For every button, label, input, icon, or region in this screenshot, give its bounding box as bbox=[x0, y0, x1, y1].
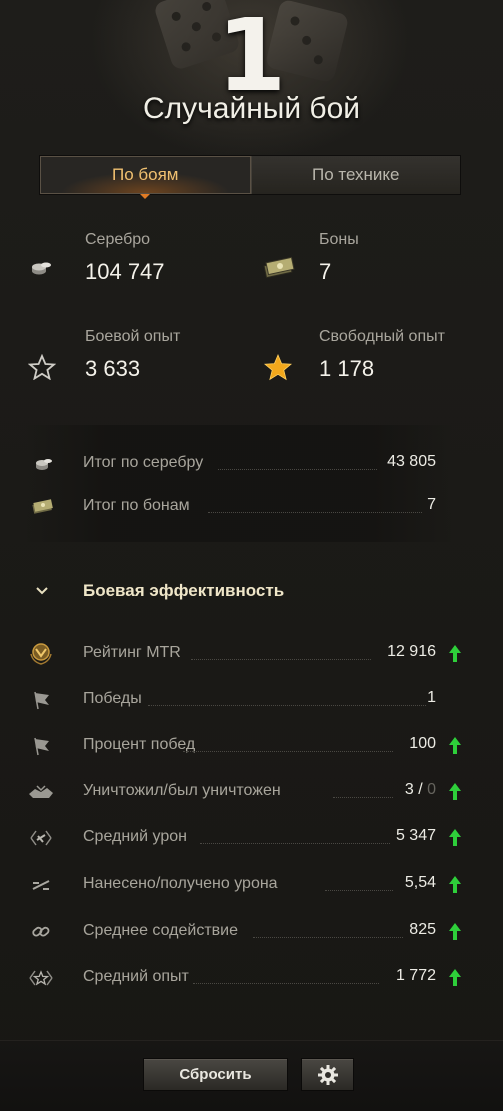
settings-button[interactable] bbox=[301, 1058, 354, 1091]
trend-up-arrow-icon bbox=[449, 645, 461, 662]
star-gold-icon bbox=[263, 353, 293, 381]
efficiency-section-toggle[interactable]: Боевая эффективность bbox=[34, 581, 334, 605]
dot-leader bbox=[183, 751, 393, 752]
bonds-label: Боны bbox=[319, 231, 359, 248]
bonds-icon bbox=[263, 256, 295, 279]
free-xp-value: 1 178 bbox=[319, 356, 375, 381]
stat-row-avg-xp: Средний опыт 1 772 bbox=[25, 966, 465, 990]
dot-leader bbox=[325, 890, 393, 891]
stat-row-avg-damage: Средний урон 5 347 bbox=[25, 826, 465, 850]
session-stats-panel: 1 Случайный бой По боям По технике Сереб… bbox=[0, 0, 503, 1111]
stat-row-avg-assist: Среднее содействие 825 bbox=[25, 920, 465, 944]
stat-value: 825 bbox=[409, 921, 436, 938]
trend-up-arrow-icon bbox=[449, 783, 461, 800]
dot-leader bbox=[148, 705, 426, 706]
stat-value: 100 bbox=[409, 735, 436, 752]
dot-leader bbox=[200, 843, 390, 844]
dot-leader bbox=[218, 469, 377, 470]
stat-value: 12 916 bbox=[387, 643, 436, 660]
flag-icon bbox=[34, 737, 49, 756]
stat-label: Рейтинг MTR bbox=[83, 644, 181, 661]
bonds-icon bbox=[32, 499, 53, 514]
total-bonds-label: Итог по бонам bbox=[83, 497, 190, 514]
dot-leader bbox=[208, 512, 422, 513]
battle-xp-value: 3 633 bbox=[85, 356, 141, 381]
stat-row-wins: Победы 1 bbox=[25, 688, 465, 712]
trend-up-arrow-icon bbox=[449, 737, 461, 754]
kills-value: 3 bbox=[404, 781, 414, 798]
stat-row-damage-ratio: Нанесено/получено урона 5,54 bbox=[25, 873, 465, 897]
tab-by-battles[interactable]: По боям bbox=[40, 156, 251, 199]
credits-label: Серебро bbox=[85, 231, 151, 248]
stat-label: Уничтожил/был уничтожен bbox=[83, 782, 281, 799]
trend-up-arrow-icon bbox=[449, 923, 461, 940]
credits-value: 104 747 bbox=[85, 259, 165, 284]
stat-value: 5,54 bbox=[404, 874, 436, 891]
credits-icon bbox=[36, 459, 52, 470]
gear-icon bbox=[317, 1064, 338, 1085]
total-bonds-value: 7 bbox=[427, 496, 436, 513]
damage-icon bbox=[30, 830, 52, 846]
stat-value: 5 347 bbox=[395, 827, 436, 844]
trend-up-arrow-icon bbox=[449, 829, 461, 846]
star-outline-icon bbox=[28, 354, 56, 380]
battle-xp-label: Боевой опыт bbox=[85, 328, 181, 345]
credits-icon bbox=[32, 262, 51, 275]
page-title: Случайный бой bbox=[142, 92, 361, 125]
stat-label: Процент побед bbox=[83, 736, 196, 753]
destroyed-tank-icon bbox=[29, 785, 53, 798]
view-tabs: По боям По технике bbox=[39, 155, 461, 199]
total-bonds-row: Итог по бонам 7 bbox=[25, 495, 465, 519]
stat-row-win-rate: Процент побед 100 bbox=[25, 734, 465, 758]
dot-leader bbox=[193, 983, 379, 984]
total-credits-label: Итог по серебру bbox=[83, 454, 204, 471]
dot-leader bbox=[191, 659, 371, 660]
stat-row-mtr: Рейтинг MTR 12 916 bbox=[25, 642, 465, 666]
stat-value: 1 772 bbox=[395, 967, 436, 984]
stat-value: 3 / 0 bbox=[404, 781, 436, 798]
trend-up-arrow-icon bbox=[449, 969, 461, 986]
reset-button[interactable]: Сбросить bbox=[143, 1058, 288, 1091]
deaths-value: 0 bbox=[427, 781, 436, 798]
rank-number: 1 bbox=[216, 0, 287, 114]
trend-up-arrow-icon bbox=[449, 876, 461, 893]
total-credits-value: 43 805 bbox=[387, 453, 436, 470]
dot-leader bbox=[333, 797, 393, 798]
assist-link-icon bbox=[32, 926, 50, 937]
chevron-down-icon bbox=[36, 587, 48, 595]
stat-label: Средний урон bbox=[83, 828, 187, 845]
free-xp-label: Свободный опыт bbox=[319, 328, 445, 345]
stat-label: Нанесено/получено урона bbox=[83, 875, 278, 892]
stat-label: Средний опыт bbox=[83, 968, 189, 985]
stat-row-kd: Уничтожил/был уничтожен 3 / 0 bbox=[25, 780, 465, 804]
flag-icon bbox=[34, 691, 49, 710]
stat-label: Среднее содействие bbox=[83, 922, 238, 939]
mtr-rating-icon bbox=[30, 643, 52, 665]
stat-label: Победы bbox=[83, 690, 142, 707]
section-title: Боевая эффективность bbox=[83, 581, 285, 600]
totals-box bbox=[25, 425, 453, 542]
header: 1 Случайный бой bbox=[0, 0, 503, 150]
damage-ratio-icon bbox=[32, 880, 50, 890]
xp-star-icon bbox=[29, 970, 53, 986]
stat-value: 1 bbox=[427, 689, 436, 706]
dot-leader bbox=[253, 937, 403, 938]
total-credits-row: Итог по серебру 43 805 bbox=[25, 452, 465, 476]
tab-by-vehicles[interactable]: По технике bbox=[250, 156, 460, 194]
bonds-value: 7 bbox=[319, 259, 332, 284]
